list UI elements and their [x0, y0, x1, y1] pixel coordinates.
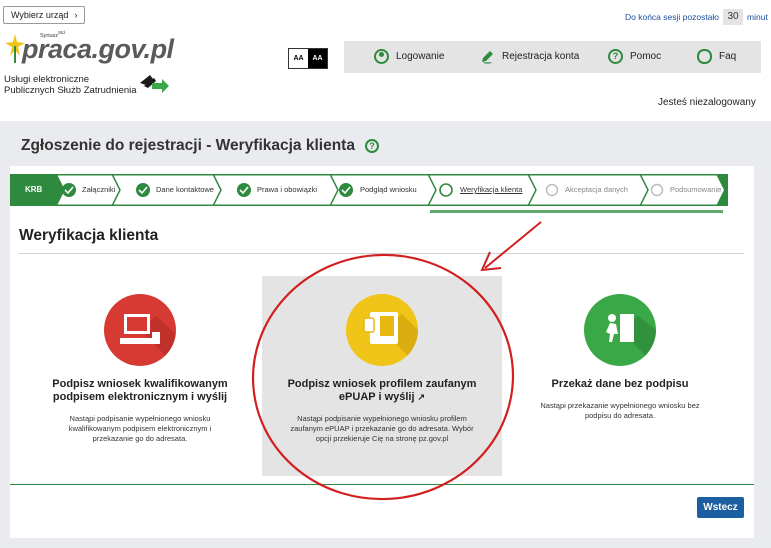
font-large-button[interactable]: AA	[308, 49, 327, 68]
chat-icon	[697, 49, 712, 64]
section-title: Weryfikacja klienta	[19, 227, 159, 244]
computer-icon	[104, 294, 176, 366]
option-qualified-desc: Nastąpi podpisanie wypełnionego wniosku …	[68, 414, 212, 443]
subtitle-line-2: Publicznych Służb Zatrudnienia	[4, 85, 137, 96]
nav-register-label: Rejestracja konta	[502, 51, 580, 62]
top-nav: Logowanie Rejestracja konta ? Pomoc Faq	[344, 41, 761, 73]
user-icon	[374, 49, 389, 64]
step-attachments[interactable]: Załączniki	[82, 185, 115, 194]
step-acceptance: Akceptacja danych	[565, 185, 628, 194]
font-size-switcher: AA AA	[288, 48, 328, 69]
help-icon: ?	[608, 49, 623, 64]
step-krb[interactable]: KRB	[25, 185, 42, 194]
external-link-icon: ↗	[417, 392, 426, 402]
section-divider	[19, 253, 744, 254]
page-title-text: Zgłoszenie do rejestracji - Weryfikacja …	[21, 137, 355, 154]
session-minutes: 30	[723, 9, 744, 25]
nav-faq-label: Faq	[719, 51, 737, 62]
help-circle-icon[interactable]: ?	[364, 139, 379, 153]
option-no-signature-title: Przekaż dane bez podpisu	[551, 378, 689, 390]
nav-help-label: Pomoc	[630, 51, 662, 62]
main-card: KRB Załączniki Dane kontaktowe Prawa i o…	[10, 166, 754, 538]
site-subtitle: Usługi elektroniczne Publicznych Służb Z…	[4, 74, 137, 96]
option-no-signature-desc: Nastąpi przekazanie wypełnionego wniosku…	[540, 401, 700, 420]
step-progress-bar: KRB Załączniki Dane kontaktowe Prawa i o…	[10, 174, 728, 206]
session-timer: Do końca sesji pozostało 30 minut	[625, 9, 768, 25]
nav-faq[interactable]: Faq	[697, 49, 736, 64]
select-office-button[interactable]: Wybierz urząd ›	[3, 6, 86, 24]
option-qualified-signature[interactable]: Podpisz wniosek kwalifikowanym podpisem …	[50, 294, 230, 444]
select-office-label: Wybierz urząd	[11, 10, 69, 20]
footer-divider	[10, 484, 754, 485]
option-epuap-desc: Nastąpi podpisanie wypełnionego wniosku …	[290, 414, 474, 443]
step-verification[interactable]: Weryfikacja klienta	[460, 185, 522, 194]
nav-login-label: Logowanie	[396, 51, 445, 62]
session-suffix: minut	[747, 12, 768, 22]
nav-login[interactable]: Logowanie	[374, 49, 444, 64]
card-reader-icon	[346, 294, 418, 366]
option-no-signature[interactable]: Przekaż dane bez podpisu Nastąpi przekaz…	[530, 294, 710, 421]
option-qualified-title: Podpisz wniosek kwalifikowanym podpisem …	[52, 378, 228, 403]
font-normal-button[interactable]: AA	[289, 49, 308, 68]
logo-text: praca.gov.pl	[22, 34, 174, 64]
chevron-right-icon: ›	[74, 10, 78, 20]
nav-register[interactable]: Rejestracja konta	[480, 49, 579, 64]
step-preview[interactable]: Podgląd wniosku	[360, 185, 417, 194]
step-rights-duties[interactable]: Prawa i obowiązki	[257, 185, 317, 194]
walk-in-icon	[584, 294, 656, 366]
page-title: Zgłoszenie do rejestracji - Weryfikacja …	[21, 137, 379, 155]
hands-logo-icon	[140, 75, 169, 93]
pencil-icon	[481, 51, 494, 64]
back-button[interactable]: Wstecz	[697, 497, 744, 518]
option-epuap-title: Podpisz wniosek profilem zaufanym ePUAP …	[287, 378, 477, 403]
active-step-underline	[430, 210, 723, 213]
step-summary: Podsumowanie	[670, 185, 722, 194]
login-status: Jesteś niezalogowany	[658, 97, 756, 108]
praca-gov-logo[interactable]: SyriuszStd praca.gov.pl	[4, 30, 184, 70]
step-contact-data[interactable]: Dane kontaktowe	[156, 185, 214, 194]
nav-help[interactable]: ? Pomoc	[608, 49, 661, 64]
subtitle-line-1: Usługi elektroniczne	[4, 74, 90, 85]
option-epuap-profile[interactable]: Podpisz wniosek profilem zaufanym ePUAP …	[272, 294, 492, 444]
session-prefix: Do końca sesji pozostało	[625, 12, 720, 22]
